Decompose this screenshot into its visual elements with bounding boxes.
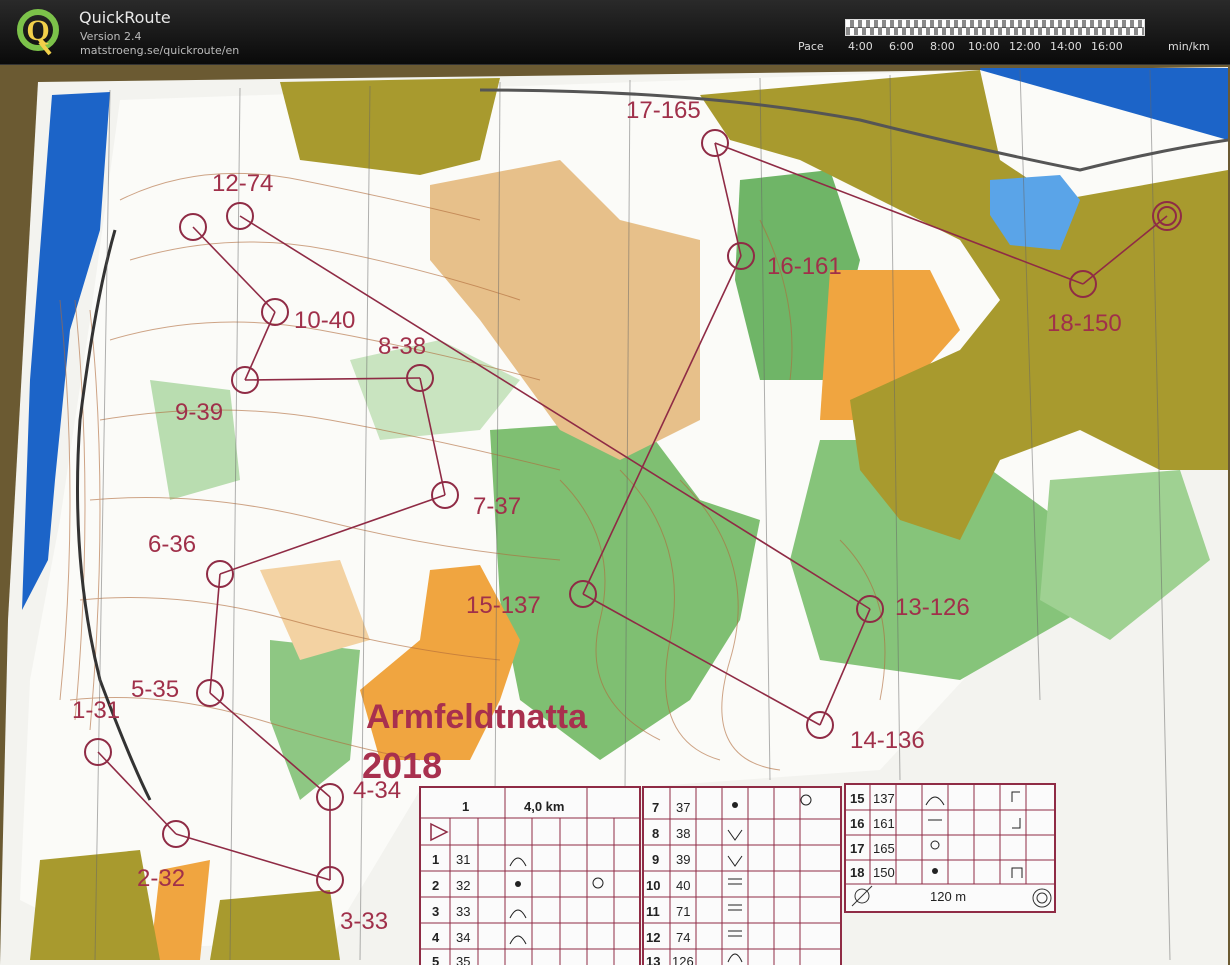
app-title: QuickRoute [79,8,171,27]
desc-row-code: 34 [456,930,470,945]
desc-row-code: 31 [456,852,470,867]
desc-row-code: 35 [456,954,470,965]
boulder-icon [732,802,738,808]
event-year: 2018 [362,745,442,786]
desc-row-number: 12 [646,930,660,945]
quickroute-logo-icon: Q [17,9,59,56]
desc-row-number: 13 [646,954,660,965]
pace-tick: 16:00 [1091,40,1123,53]
control-description-sheet: 7 37 8 38 9 39 10 40 11 71 12 74 13 126 [642,786,842,965]
settlement-area [210,890,340,960]
desc-row-code: 74 [676,930,690,945]
desc-row-code: 126 [672,954,694,965]
control-label: 13-126 [895,594,970,621]
control-description-sheet: 15 137 16 161 17 165 18 150 120 m [844,783,1056,913]
pace-tick: 12:00 [1009,40,1041,53]
control-label: 15-137 [466,592,541,619]
pace-color-bar [845,19,1145,36]
control-label: 5-35 [131,676,179,703]
control-label: 14-136 [850,727,925,754]
app-url-link[interactable]: matstroeng.se/quickroute/en [80,44,239,57]
desc-row-code: 37 [676,800,690,815]
desc-row-code: 137 [873,791,895,806]
course-number: 1 [462,799,469,814]
desc-row-code: 150 [873,865,895,880]
control-label: 1-31 [72,697,120,724]
desc-row-number: 18 [850,865,864,880]
desc-row-code: 32 [456,878,470,893]
svg-text:Q: Q [26,14,49,47]
desc-row-number: 10 [646,878,660,893]
app-header: Q QuickRoute Version 2.4 matstroeng.se/q… [0,0,1230,65]
desc-row-number: 2 [432,878,439,893]
map-view[interactable]: 1-31 2-32 3-33 4-34 5-35 6-36 7-37 8-38 … [0,65,1230,965]
desc-row-number: 4 [432,930,440,945]
desc-row-code: 71 [676,904,690,919]
desc-row-number: 9 [652,852,659,867]
desc-row-code: 40 [676,878,690,893]
desc-row-code: 161 [873,816,895,831]
desc-row-number: 1 [432,852,439,867]
control-label: 2-32 [137,865,185,892]
control-label: 7-37 [473,493,521,520]
desc-row-code: 39 [676,852,690,867]
pace-tick: 14:00 [1050,40,1082,53]
control-label: 10-40 [294,307,355,334]
orienteering-map[interactable]: 1-31 2-32 3-33 4-34 5-35 6-36 7-37 8-38 … [0,65,1230,965]
desc-row-number: 5 [432,954,439,965]
desc-row-number: 8 [652,826,659,841]
control-label: 9-39 [175,399,223,426]
event-title: Armfeldtnatta [366,698,588,736]
desc-row-code: 33 [456,904,470,919]
desc-row-number: 3 [432,904,439,919]
control-label: 8-38 [378,333,426,360]
pace-legend-label: Pace [798,40,824,53]
desc-row-code: 165 [873,841,895,856]
desc-row-code: 38 [676,826,690,841]
course-distance: 4,0 km [524,799,564,814]
control-label: 12-74 [212,170,273,197]
settlement-area [280,78,500,175]
desc-row-number: 15 [850,791,864,806]
desc-row-number: 16 [850,816,864,831]
desc-row-number: 17 [850,841,864,856]
control-label: 6-36 [148,531,196,558]
finish-distance: 120 m [930,889,966,904]
pace-tick: 4:00 [848,40,873,53]
control-label: 3-33 [340,908,388,935]
control-description-sheet: 1 4,0 km 1 31 2 32 3 33 4 34 5 35 [419,786,641,965]
desc-row-number: 7 [652,800,659,815]
pace-unit-label: min/km [1168,40,1210,53]
control-label: 16-161 [767,253,842,280]
control-label: 18-150 [1047,310,1122,337]
desc-row-number: 11 [646,904,660,919]
control-label: 17-165 [626,97,701,124]
pace-tick: 6:00 [889,40,914,53]
pace-tick: 10:00 [968,40,1000,53]
app-version: Version 2.4 [80,30,142,43]
pace-tick: 8:00 [930,40,955,53]
boulder-icon [932,868,938,874]
boulder-icon [515,881,521,887]
